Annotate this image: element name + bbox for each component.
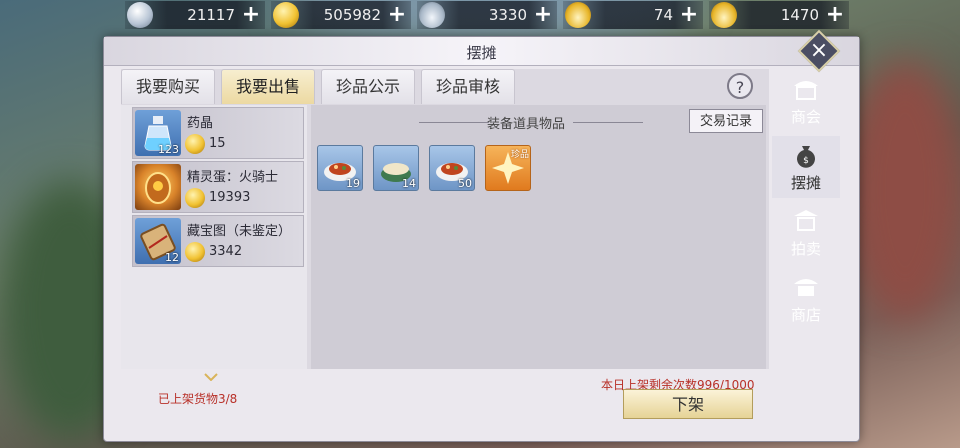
gold-coin-icon <box>273 2 299 28</box>
treasure-map-icon: 12 <box>135 218 181 264</box>
side-navigation: 商会 $ 摆摊 拍卖 商店 <box>772 70 840 340</box>
gold-ingot-icon <box>711 2 737 28</box>
inventory-slot[interactable]: 14 <box>373 145 419 191</box>
nav-label: 商店 <box>790 306 821 324</box>
currency-bar: 21117 + 505982 + 3330 + 74 + 1470 + <box>125 0 849 30</box>
background-house <box>845 60 960 320</box>
listed-count: 已上架货物3/8 <box>158 392 238 406</box>
nav-label: 商会 <box>790 108 821 126</box>
add-currency-button[interactable]: + <box>679 4 699 26</box>
item-quantity: 50 <box>458 177 472 190</box>
inventory-slot[interactable]: 50 <box>429 145 475 191</box>
item-price: 19393 <box>209 190 251 205</box>
listed-items-panel: 123 药晶 15 精灵蛋：火骑士 19393 12 藏宝图（未鉴定） 3342 <box>121 105 307 369</box>
list-item[interactable]: 123 药晶 15 <box>132 107 304 159</box>
gold-coin-icon <box>185 188 205 208</box>
currency-silver-ingot: 3330 + <box>417 1 557 29</box>
svg-text:$: $ <box>803 156 809 166</box>
potion-bottle-icon: 123 <box>135 110 181 156</box>
chevron-down-icon[interactable] <box>204 373 218 381</box>
nav-label: 摆摊 <box>790 174 821 192</box>
item-name: 藏宝图（未鉴定） <box>187 224 292 239</box>
add-currency-button[interactable]: + <box>387 4 407 26</box>
fire-egg-icon <box>135 164 181 210</box>
currency-gold-ingot-2: 1470 + <box>709 1 849 29</box>
tab-rare-showcase[interactable]: 珍品公示 <box>321 69 416 104</box>
currency-value: 74 <box>653 6 673 24</box>
auction-hall-icon <box>794 210 818 231</box>
item-name: 药晶 <box>187 116 214 131</box>
tab-bar: 我要购买 我要出售 珍品公示 珍品审核 <box>121 69 521 105</box>
item-quantity: 123 <box>158 143 179 156</box>
add-currency-button[interactable]: + <box>533 4 553 26</box>
inventory-slot[interactable]: 珍品 <box>485 145 531 191</box>
item-quantity: 14 <box>402 177 416 190</box>
silver-ingot-icon <box>419 2 445 28</box>
item-name: 精灵蛋：火骑士 <box>187 170 279 185</box>
list-item[interactable]: 精灵蛋：火骑士 19393 <box>132 161 304 213</box>
content-panel: 我要购买 我要出售 珍品公示 珍品审核 ? 123 药晶 15 精灵蛋：火骑士 <box>121 69 769 369</box>
tab-buy[interactable]: 我要购买 <box>121 69 216 104</box>
currency-gold-coin: 505982 + <box>271 1 411 29</box>
help-button[interactable]: ? <box>727 73 753 99</box>
currency-value: 21117 <box>187 6 235 24</box>
window-title: 摆摊 <box>466 44 497 62</box>
title-bar: 摆摊 <box>104 37 859 66</box>
inventory-panel: 装备道具物品 交易记录 19 14 50 珍品 <box>311 105 766 369</box>
divider <box>573 122 643 123</box>
gold-ingot-icon <box>565 2 591 28</box>
shop-icon <box>794 279 818 296</box>
nav-guild-market[interactable]: 商会 <box>772 70 840 132</box>
tab-rare-review[interactable]: 珍品审核 <box>421 69 516 104</box>
currency-gold-ingot: 74 + <box>563 1 703 29</box>
add-currency-button[interactable]: + <box>825 4 845 26</box>
trade-record-button[interactable]: 交易记录 <box>689 109 763 133</box>
delist-button[interactable]: 下架 <box>623 389 753 419</box>
currency-silver-coin: 21117 + <box>125 1 265 29</box>
item-price: 3342 <box>209 244 243 259</box>
stall-window: 摆摊 × 我要购买 我要出售 珍品公示 珍品审核 ? 123 药晶 15 精灵蛋… <box>103 29 860 442</box>
list-item[interactable]: 12 藏宝图（未鉴定） 3342 <box>132 215 304 267</box>
market-tent-icon <box>794 81 818 100</box>
inventory-slot[interactable]: 19 <box>317 145 363 191</box>
tab-sell[interactable]: 我要出售 <box>221 69 316 104</box>
gold-coin-icon <box>185 242 205 262</box>
money-bag-icon: $ <box>797 146 815 168</box>
item-quantity: 12 <box>165 251 179 264</box>
rare-tag: 珍品 <box>510 150 529 160</box>
nav-label: 拍卖 <box>790 240 821 258</box>
item-price: 15 <box>209 136 226 151</box>
close-icon: × <box>809 38 829 63</box>
nav-auction[interactable]: 拍卖 <box>772 202 840 264</box>
item-quantity: 19 <box>346 177 360 190</box>
nav-shop[interactable]: 商店 <box>772 268 840 330</box>
silver-coin-icon <box>127 2 153 28</box>
gold-coin-icon <box>185 134 205 154</box>
currency-value: 3330 <box>488 6 527 24</box>
add-currency-button[interactable]: + <box>241 4 261 26</box>
currency-value: 1470 <box>780 6 819 24</box>
currency-value: 505982 <box>323 6 381 24</box>
nav-stall[interactable]: $ 摆摊 <box>772 136 840 198</box>
